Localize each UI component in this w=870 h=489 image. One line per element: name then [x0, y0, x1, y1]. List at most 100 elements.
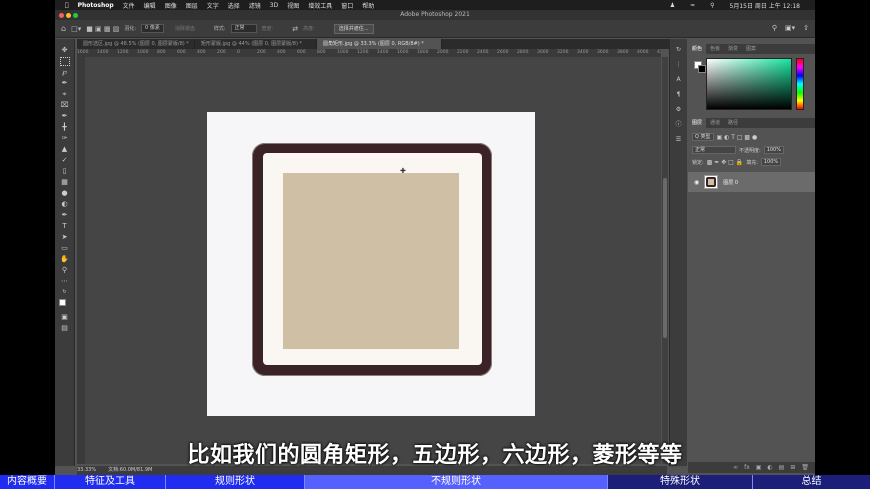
- home-icon[interactable]: ⌂: [61, 24, 66, 33]
- app-menu[interactable]: Photoshop: [78, 2, 114, 9]
- rectangle-tool-icon[interactable]: ▭: [59, 244, 70, 253]
- hand-tool-icon[interactable]: ✋: [59, 255, 70, 264]
- foreground-background-swatch[interactable]: [59, 299, 70, 311]
- menu-plugins[interactable]: 增效工具: [308, 1, 332, 10]
- marquee-preset-icon[interactable]: □▾: [71, 25, 81, 33]
- brush-tool-icon[interactable]: ✑: [59, 134, 70, 143]
- background-color-swatch[interactable]: [698, 65, 706, 73]
- swap-colors-icon[interactable]: ↻: [59, 288, 70, 297]
- move-tool-icon[interactable]: ✥: [59, 46, 70, 55]
- tab-paths[interactable]: 路径: [724, 118, 742, 128]
- scrollbar-thumb[interactable]: [663, 178, 667, 338]
- apple-icon[interactable]: : [65, 2, 69, 9]
- selection-mode-icons[interactable]: ■ ▣ ▩ ▨: [86, 25, 119, 33]
- blur-tool-icon[interactable]: ●: [59, 189, 70, 198]
- quick-select-tool-icon[interactable]: ✒: [59, 79, 70, 88]
- history-brush-tool-icon[interactable]: ✓: [59, 156, 70, 165]
- stamp-tool-icon[interactable]: ▲: [59, 145, 70, 154]
- opacity-input[interactable]: 100%: [763, 146, 784, 154]
- character-icon[interactable]: A: [674, 75, 684, 84]
- chapter-item[interactable]: 总结: [753, 475, 870, 489]
- more-tools-icon[interactable]: ⋯: [59, 277, 70, 286]
- chapter-item[interactable]: 特征及工具: [55, 475, 166, 489]
- menu-edit[interactable]: 编辑: [144, 1, 156, 10]
- select-and-mask-button[interactable]: 选择并遮住...: [333, 23, 374, 34]
- color-picker-field[interactable]: [706, 58, 792, 110]
- menu-help[interactable]: 帮助: [362, 1, 374, 10]
- user-icon[interactable]: ♟: [670, 2, 675, 9]
- visibility-eye-icon[interactable]: ◉: [694, 179, 699, 186]
- feather-input[interactable]: 0 像素: [141, 24, 164, 33]
- info-icon[interactable]: ⓘ: [674, 120, 684, 129]
- layer-filter-row: Q 类型 ▣ ◐ T □ ▩ ●: [688, 132, 815, 142]
- workspace-icon[interactable]: ▣▾: [785, 24, 795, 32]
- pen-tool-icon[interactable]: ✒: [59, 211, 70, 220]
- menu-filter[interactable]: 滤镜: [249, 1, 261, 10]
- tab-channels[interactable]: 通道: [706, 118, 724, 128]
- document-tabs: 圆形选区.jpg @ 48.5% (图层 0, 图层蒙版/8) * 矩形蒙版.j…: [77, 39, 687, 49]
- lasso-tool-icon[interactable]: ℘: [59, 68, 70, 77]
- search-icon[interactable]: ⚲: [710, 2, 714, 9]
- zoom-window-button[interactable]: [73, 13, 78, 18]
- wifi-icon[interactable]: ≈: [690, 2, 695, 9]
- properties-icon[interactable]: ⋮: [674, 60, 684, 69]
- screen-mode-icon[interactable]: ▤: [59, 324, 70, 333]
- filter-icons[interactable]: ▣ ◐ T □ ▩ ●: [717, 134, 758, 141]
- tools-panel: ✥ ℘ ✒ ⌖ ⌧ ✒ ╋ ✑ ▲ ✓ ▯ ▦ ● ◐ ✒ T ➤ ▭ ✋ ⚲ …: [55, 39, 75, 466]
- tab-color[interactable]: 颜色: [688, 44, 707, 54]
- tab-patterns[interactable]: 图案: [742, 44, 760, 54]
- chapter-item[interactable]: 规则形状: [166, 475, 305, 489]
- chapter-item[interactable]: 内容概要: [0, 475, 55, 489]
- menu-layer[interactable]: 图层: [186, 1, 198, 10]
- frame-tool-icon[interactable]: ⌧: [59, 101, 70, 110]
- chapter-item[interactable]: 特殊形状: [608, 475, 753, 489]
- tab-gradients[interactable]: 渐变: [724, 44, 742, 54]
- layer-name[interactable]: 图层 0: [723, 179, 738, 186]
- style-select[interactable]: 正常: [230, 24, 257, 33]
- menu-select[interactable]: 选择: [228, 1, 240, 10]
- tab-document[interactable]: 圆形选区.jpg @ 48.5% (图层 0, 图层蒙版/8) *: [77, 39, 195, 49]
- adjustments-icon[interactable]: ⚙: [674, 105, 684, 114]
- menu-type[interactable]: 文字: [207, 1, 219, 10]
- search-icon[interactable]: ⚲: [772, 24, 777, 32]
- chapter-item-current[interactable]: 不规则形状: [305, 475, 608, 489]
- dodge-tool-icon[interactable]: ◐: [59, 200, 70, 209]
- fill-input[interactable]: 100%: [760, 158, 782, 166]
- ruler-tick-label: 2600: [497, 50, 509, 55]
- type-tool-icon[interactable]: T: [59, 222, 70, 231]
- clock[interactable]: 5月15日 周日 上午 12:18: [730, 1, 800, 10]
- menu-3d[interactable]: 3D: [270, 2, 278, 9]
- menu-file[interactable]: 文件: [123, 1, 135, 10]
- libraries-icon[interactable]: ☰: [674, 135, 684, 144]
- layer-row[interactable]: ◉ 图层 0: [688, 172, 815, 192]
- swap-icon[interactable]: ⇄: [292, 25, 298, 33]
- antialias-checkbox[interactable]: 消除锯齿: [175, 25, 195, 32]
- gradient-tool-icon[interactable]: ▦: [59, 178, 70, 187]
- share-icon[interactable]: ⇧: [803, 24, 809, 32]
- history-icon[interactable]: ↻: [674, 45, 684, 54]
- ruler-tick-label: 1000: [337, 50, 349, 55]
- quick-mask-icon[interactable]: ▣: [59, 313, 70, 322]
- tab-document-active[interactable]: 圆角矩形.jpg @ 33.3% (图层 0, RGB/8#) *: [317, 39, 442, 49]
- healing-tool-icon[interactable]: ╋: [59, 123, 70, 132]
- blend-mode-select[interactable]: 正常: [692, 146, 736, 154]
- tab-document[interactable]: 矩形蒙版.jpg @ 44% (图层 0, 图层蒙版/8) *: [195, 39, 317, 49]
- layer-kind-filter[interactable]: Q 类型: [692, 133, 714, 141]
- hue-slider[interactable]: [796, 58, 804, 110]
- zoom-tool-icon[interactable]: ⚲: [59, 266, 70, 275]
- crop-tool-icon[interactable]: ⌖: [59, 90, 70, 99]
- crosshair-cursor-icon: ✚: [400, 167, 406, 175]
- path-select-tool-icon[interactable]: ➤: [59, 233, 70, 242]
- eyedropper-tool-icon[interactable]: ✒: [59, 112, 70, 121]
- tab-layers[interactable]: 图层: [688, 118, 707, 128]
- minimize-window-button[interactable]: [66, 13, 71, 18]
- tab-swatches[interactable]: 色板: [706, 44, 724, 54]
- eraser-tool-icon[interactable]: ▯: [59, 167, 70, 176]
- paragraph-icon[interactable]: ¶: [674, 90, 684, 99]
- menu-image[interactable]: 图像: [165, 1, 177, 10]
- lock-icons[interactable]: ▩ ✒ ✥ □ 🔒: [707, 159, 744, 166]
- close-window-button[interactable]: [59, 13, 64, 18]
- menu-window[interactable]: 窗口: [341, 1, 353, 10]
- menu-view[interactable]: 视图: [287, 1, 299, 10]
- marquee-tool-icon[interactable]: [59, 57, 70, 66]
